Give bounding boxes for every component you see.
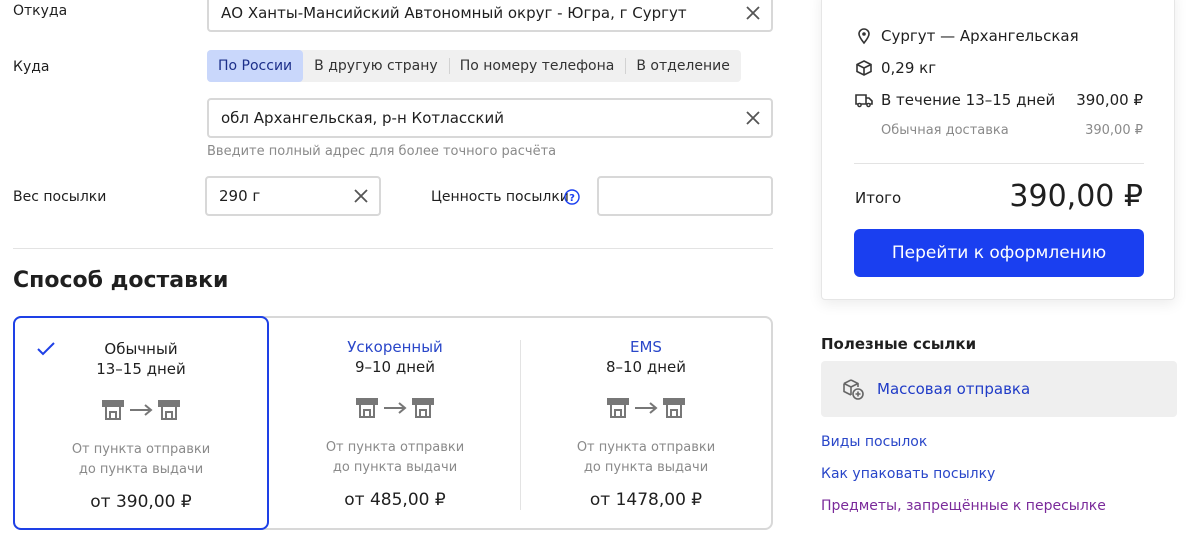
delivery-option-days: 8–10 дней <box>605 358 687 376</box>
declared-value-label: Ценность посылки <box>431 189 569 205</box>
weight-label: Вес посылки <box>13 189 107 205</box>
location-pin-icon <box>858 28 870 45</box>
summary-weight: 0,29 кг <box>855 59 936 77</box>
bulk-parcel-icon <box>843 379 864 400</box>
delivery-option-desc-to: до пункта выдачи <box>332 460 458 475</box>
to-address-value: обл Архангельская, р-н Котласский <box>221 109 504 127</box>
delivery-method-title: Способ доставки <box>13 268 229 293</box>
tab-by-phone[interactable]: По номеру телефона <box>448 50 626 82</box>
point-to-point-icon <box>607 398 685 418</box>
summary-total-value: 390,00 ₽ <box>1009 179 1143 214</box>
form-divider <box>13 248 773 249</box>
summary-delivery-type: Обычная доставка <box>881 123 1009 138</box>
delivery-truck-icon <box>855 94 873 108</box>
tab-other-country[interactable]: В другую страну <box>303 50 449 82</box>
parcel-box-icon <box>856 60 872 76</box>
clear-from-icon[interactable] <box>735 0 771 30</box>
tab-russia[interactable]: По России <box>207 50 304 82</box>
delivery-option-desc-from: От пункта отправки <box>576 440 716 455</box>
to-address-field[interactable]: обл Архангельская, р-н Котласский <box>207 98 773 138</box>
order-summary-panel: Сургут — Архангельская 0,29 кг В течение… <box>821 0 1175 300</box>
summary-term-price: 390,00 ₽ <box>1076 91 1143 109</box>
to-address-hint: Введите полный адрес для более точного р… <box>207 144 557 159</box>
delivery-option-days: 9–10 дней <box>354 358 436 376</box>
delivery-option-name: EMS <box>630 338 662 356</box>
bulk-shipping-link[interactable]: Массовая отправка <box>821 361 1177 417</box>
summary-route: Сургут — Архангельская <box>855 27 1079 45</box>
proceed-to-checkout-button[interactable]: Перейти к оформлению <box>854 229 1144 277</box>
link-parcel-types[interactable]: Виды посылок <box>821 434 927 450</box>
link-how-to-pack[interactable]: Как упаковать посылку <box>821 466 995 482</box>
summary-delivery-type-price: 390,00 ₽ <box>1085 123 1143 138</box>
summary-total-label: Итого <box>855 189 902 207</box>
summary-term-text: В течение 13–15 дней <box>881 91 1056 109</box>
delivery-option-desc-from: От пункта отправки <box>325 440 465 455</box>
delivery-option-name: Обычный <box>104 340 178 358</box>
tab-to-office[interactable]: В отделение <box>625 50 741 82</box>
summary-weight-text: 0,29 кг <box>881 59 937 77</box>
delivery-option-desc-from: От пункта отправки <box>71 442 211 457</box>
svg-text:?: ? <box>569 193 575 204</box>
weight-field[interactable]: 290 г <box>205 176 381 216</box>
useful-links-title: Полезные ссылки <box>821 335 977 353</box>
delivery-option-express[interactable]: Ускоренный 9–10 дней От пункта отправки … <box>269 318 521 528</box>
delivery-option-price: от 485,00 ₽ <box>344 490 446 510</box>
delivery-option-desc-to: до пункта выдачи <box>78 462 204 477</box>
delivery-option-desc-to: до пункта выдачи <box>583 460 709 475</box>
bulk-shipping-label: Массовая отправка <box>877 380 1031 398</box>
to-label: Куда <box>13 59 50 75</box>
delivery-option-name: Ускоренный <box>347 338 443 356</box>
delivery-option-price: от 390,00 ₽ <box>90 492 192 512</box>
delivery-option-days: 13–15 дней <box>96 360 186 378</box>
summary-term: В течение 13–15 дней <box>855 91 1055 109</box>
delivery-option-price: от 1478,00 ₽ <box>589 490 703 510</box>
point-to-point-icon <box>356 398 434 418</box>
clear-to-icon[interactable] <box>735 100 771 136</box>
delivery-option-standard[interactable]: Обычный 13–15 дней От пункта отправки до… <box>13 316 269 530</box>
weight-value: 290 г <box>219 187 261 205</box>
point-to-point-icon <box>102 400 180 420</box>
delivery-options: Обычный 13–15 дней От пункта отправки до… <box>13 316 773 530</box>
destination-type-tabs: По России В другую страну По номеру теле… <box>207 50 741 82</box>
clear-weight-icon[interactable] <box>343 178 379 214</box>
from-address-field[interactable]: АО Ханты-Мансийский Автономный округ - Ю… <box>207 0 773 32</box>
from-label: Откуда <box>13 3 68 19</box>
delivery-option-ems[interactable]: EMS 8–10 дней От пункта отправки до пунк… <box>521 318 771 528</box>
summary-route-text: Сургут — Архангельская <box>881 27 1079 45</box>
declared-value-field[interactable] <box>597 176 773 216</box>
help-icon[interactable]: ? <box>564 189 580 205</box>
from-address-value: АО Ханты-Мансийский Автономный округ - Ю… <box>221 4 687 22</box>
link-prohibited-items[interactable]: Предметы, запрещённые к пересылке <box>821 498 1106 514</box>
summary-divider <box>854 163 1144 164</box>
